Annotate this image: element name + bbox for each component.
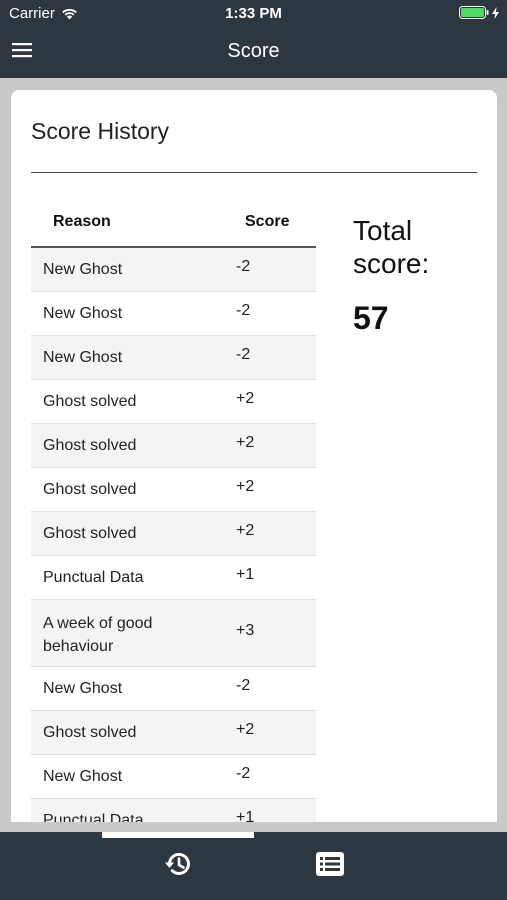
total-score-label: Total score: (353, 215, 430, 279)
row-reason: New Ghost (43, 261, 123, 278)
table-row: New Ghost -2 (31, 755, 316, 799)
table-row: Punctual Data +1 (31, 556, 316, 600)
row-reason: New Ghost (43, 768, 123, 785)
row-score: -2 (236, 258, 251, 275)
row-score: -2 (236, 302, 251, 319)
row-reason: Ghost solved (43, 481, 137, 498)
row-score: +2 (236, 522, 255, 539)
row-reason: Ghost solved (43, 724, 137, 741)
row-reason: A week of good behaviour (43, 615, 153, 655)
row-score: +2 (236, 390, 255, 407)
row-score: +3 (236, 622, 255, 639)
battery-icon (459, 6, 489, 19)
list-icon (316, 852, 344, 876)
table-row: Ghost solved +2 (31, 512, 316, 556)
row-score: +2 (236, 478, 255, 495)
row-reason: New Ghost (43, 305, 123, 322)
row-reason: Ghost solved (43, 525, 137, 542)
top-bar: Carrier 1:33 PM Score (0, 0, 507, 78)
score-column-header: Score (245, 213, 290, 230)
page-title: Score (227, 40, 280, 62)
row-reason: New Ghost (43, 680, 123, 697)
row-score: -2 (236, 346, 251, 363)
tab-list[interactable] (314, 848, 346, 880)
row-score: +1 (236, 809, 255, 822)
row-reason: Punctual Data (43, 812, 144, 822)
status-time: 1:33 PM (225, 5, 282, 22)
table-row: Ghost solved +2 (31, 424, 316, 468)
total-score-value: 57 (353, 300, 389, 336)
table-row: New Ghost -2 (31, 248, 316, 292)
battery-indicator (459, 6, 499, 19)
table-row: New Ghost -2 (31, 667, 316, 711)
table-row: Ghost solved +2 (31, 468, 316, 512)
charging-bolt-icon (492, 6, 499, 19)
score-history-card: Score History Reason Score New Ghost -2 … (11, 90, 497, 822)
table-row: A week of good behaviour +3 (31, 600, 316, 667)
table-row: New Ghost -2 (31, 336, 316, 380)
score-table: Reason Score New Ghost -2 New Ghost -2 N… (31, 198, 316, 822)
row-reason: Ghost solved (43, 393, 137, 410)
status-bar: Carrier 1:33 PM (0, 0, 507, 28)
history-icon (165, 852, 190, 875)
row-score: +2 (236, 434, 255, 451)
card-title: Score History (31, 118, 170, 144)
table-row: Ghost solved +2 (31, 380, 316, 424)
title-divider (31, 172, 477, 173)
table-header: Reason Score (31, 198, 316, 248)
row-reason: Ghost solved (43, 437, 137, 454)
table-row: Punctual Data +1 (31, 799, 316, 822)
row-score: +2 (236, 721, 255, 738)
row-reason: New Ghost (43, 349, 123, 366)
reason-column-header: Reason (53, 213, 111, 230)
row-score: -2 (236, 765, 251, 782)
row-reason: Punctual Data (43, 569, 144, 586)
row-score: -2 (236, 677, 251, 694)
tab-history[interactable] (162, 848, 194, 880)
selected-tab-indicator (102, 832, 254, 838)
row-score: +1 (236, 566, 255, 583)
table-row: Ghost solved +2 (31, 711, 316, 755)
table-row: New Ghost -2 (31, 292, 316, 336)
bottom-tab-bar (0, 832, 507, 900)
